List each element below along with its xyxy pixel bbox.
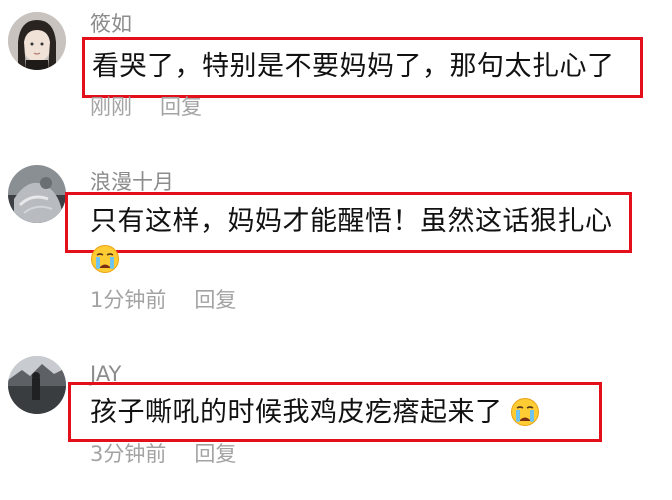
comment-text: 孩子嘶吼的时候我鸡皮疙瘩起来了 bbox=[90, 396, 503, 428]
reply-button[interactable]: 回复 bbox=[194, 442, 236, 466]
comment-text-row: 孩子嘶吼的时候我鸡皮疙瘩起来了 bbox=[90, 397, 540, 427]
comment-item: JAY 孩子嘶吼的时候我鸡皮疙瘩起来了 3分钟前 回复 bbox=[0, 0, 672, 500]
comment-meta: 3分钟前 回复 bbox=[90, 444, 236, 465]
comment-time: 3分钟前 bbox=[90, 442, 167, 466]
comment-list: { "comments": [ { "username": "筱如", "tex… bbox=[0, 0, 672, 500]
crying-face-icon bbox=[510, 397, 540, 427]
avatar[interactable] bbox=[8, 356, 66, 414]
